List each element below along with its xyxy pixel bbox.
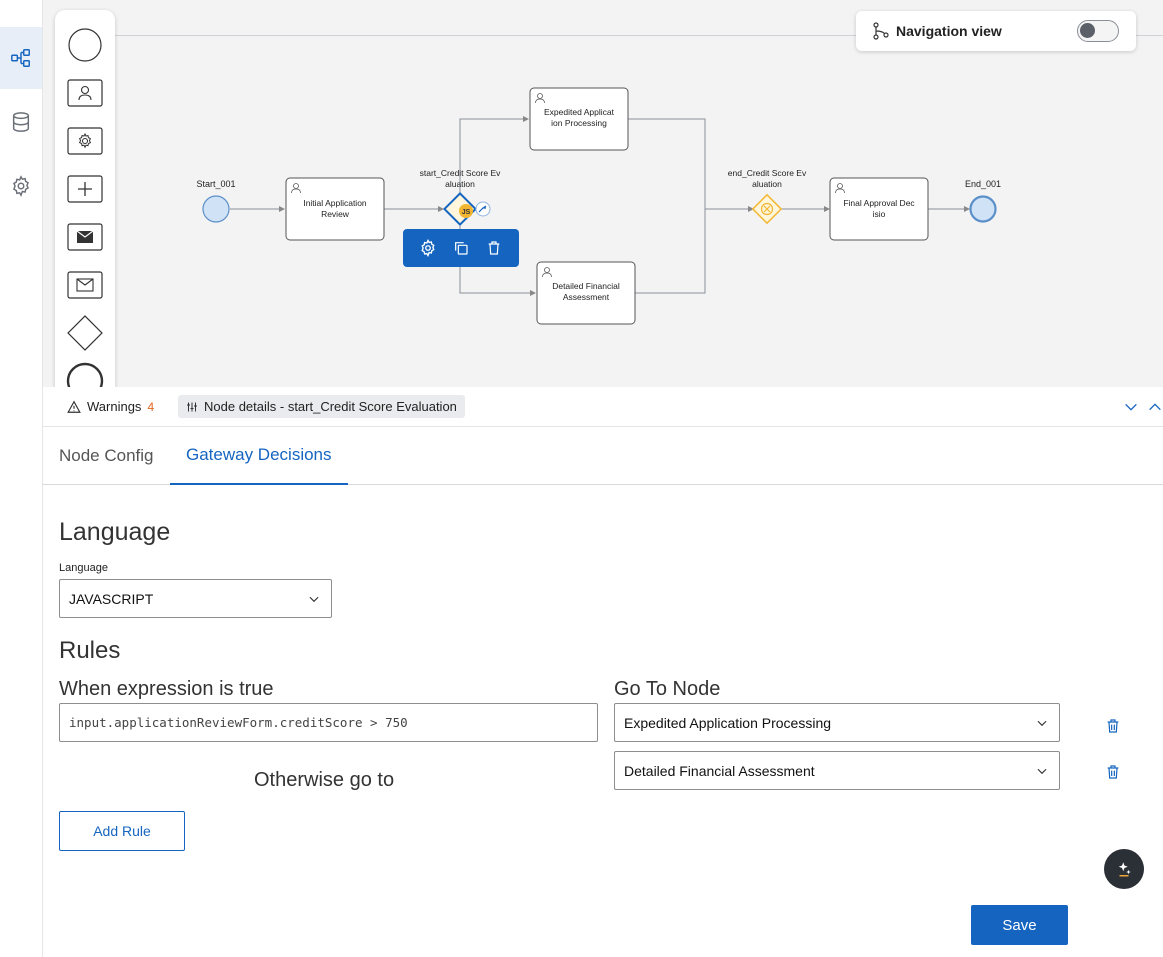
connect-icon[interactable] [475,201,491,217]
node-details-chip[interactable]: Node details - start_Credit Score Evalua… [178,395,465,418]
navigation-icon [873,22,889,40]
rule-target-select[interactable]: Expedited Application Processing [614,703,1060,742]
start-event-icon [68,28,102,62]
left-rail [0,0,43,957]
end-event-node[interactable]: End_001 [965,179,1001,223]
end-event-label: End_001 [965,179,1001,189]
task-expedited[interactable]: Expedited Applicat ion Processing [529,87,629,151]
delete-rule-icon[interactable] [1105,718,1121,734]
palette-gateway[interactable] [65,313,105,353]
language-select[interactable]: JAVASCRIPT [59,579,332,618]
flow-diagram: Start_001 Initial Application Review sta… [196,87,1001,325]
tab-gateway-decisions[interactable]: Gateway Decisions [170,427,348,485]
database-icon [12,112,30,132]
node-details-label: Node details - start_Credit Score Evalua… [204,399,457,414]
element-palette [55,10,115,387]
gateway-end-label-line2: aluation [752,179,782,189]
gateway-icon [67,315,103,351]
task-expedited-line2: ion Processing [551,118,607,128]
task-final-approval[interactable]: Final Approval Dec isio [829,177,929,241]
node-settings-icon[interactable] [418,238,438,258]
task-final-line1: Final Approval Dec [843,198,915,208]
task-detailed[interactable]: Detailed Financial Assessment [536,261,636,325]
add-rule-button[interactable]: Add Rule [59,811,185,851]
rule-expression-input[interactable]: input.applicationReviewForm.creditScore … [59,703,598,742]
user-task-icon [67,79,103,107]
panel-collapse-controls [1123,399,1163,415]
chevron-down-icon [1037,768,1047,775]
gateway-start-node[interactable]: start_Credit Score Ev aluation JS [420,168,502,226]
gear-icon [13,175,29,197]
gateway-start-label-line2: aluation [445,179,475,189]
node-duplicate-icon[interactable] [451,238,471,258]
palette-subprocess[interactable] [65,169,105,209]
task-initial-review-line2: Review [321,209,350,219]
palette-message-send[interactable] [65,217,105,257]
subprocess-icon [67,175,103,203]
otherwise-target-value: Detailed Financial Assessment [624,762,815,779]
language-select-value: JAVASCRIPT [69,590,154,607]
palette-end-event[interactable] [65,361,105,387]
go-to-node-label: Go To Node [614,678,721,700]
message-send-icon [67,223,103,251]
warnings-button[interactable]: Warnings 4 [67,399,154,414]
app-root: Start_001 Initial Application Review sta… [0,0,1163,957]
start-event-label: Start_001 [196,179,235,189]
chevron-up-icon[interactable] [1147,399,1163,415]
chevron-down-icon[interactable] [1123,399,1139,415]
task-detailed-line2: Assessment [563,292,610,302]
save-button[interactable]: Save [971,905,1068,945]
when-expression-label: When expression is true [59,678,274,700]
diagram-canvas[interactable]: Start_001 Initial Application Review sta… [43,0,1163,387]
service-task-icon [67,127,103,155]
navigation-view-label: Navigation view [896,23,1002,39]
palette-user-task[interactable] [65,73,105,113]
tab-node-config[interactable]: Node Config [59,427,154,485]
end-event-icon [66,362,104,387]
detail-tabs: Node Config Gateway Decisions [43,427,1163,485]
warning-icon [67,400,81,413]
delete-otherwise-icon[interactable] [1105,764,1121,780]
otherwise-target-select[interactable]: Detailed Financial Assessment [614,751,1060,790]
toggle-knob [1080,23,1095,38]
node-context-toolbar [403,229,519,267]
warnings-count: 4 [147,399,155,414]
warnings-label: Warnings [87,399,142,414]
task-initial-review[interactable]: Initial Application Review [285,177,385,241]
gateway-js-badge: JS [462,209,471,216]
palette-service-task[interactable] [65,121,105,161]
navigation-view-toggle[interactable] [1077,20,1119,42]
node-delete-icon[interactable] [484,238,504,258]
start-event-node[interactable]: Start_001 [196,179,236,223]
task-initial-review-line1: Initial Application [303,198,367,208]
sliders-icon [187,402,197,411]
task-expedited-line1: Expedited Applicat [544,107,615,117]
message-receive-icon [67,271,103,299]
chevron-down-icon [309,596,319,603]
rail-item-flow[interactable] [0,27,42,89]
task-detailed-line1: Detailed Financial [552,281,620,291]
sparkle-icon [1118,862,1131,877]
otherwise-label: Otherwise go to [254,769,395,791]
rule-expression-value: input.applicationReviewForm.creditScore … [69,715,408,730]
flow-diagram-icon [11,49,30,67]
rule-target-value: Expedited Application Processing [624,714,832,731]
rail-item-data[interactable] [0,91,42,153]
language-field-label: Language [59,562,108,574]
gateway-end-label-line1: end_Credit Score Ev [728,168,807,178]
palette-start-event[interactable] [65,25,105,65]
language-section-title: Language [59,518,171,546]
gateway-start-label-line1: start_Credit Score Ev [420,168,502,178]
status-bar: Warnings 4 Node details - start_Credit S… [43,387,1163,427]
palette-message-receive[interactable] [65,265,105,305]
ai-assistant-button[interactable] [1104,849,1144,889]
gateway-end-node[interactable]: end_Credit Score Ev aluation [728,168,807,225]
navigation-view-panel: Navigation view [856,11,1136,51]
chevron-down-icon [1037,720,1047,727]
rail-item-settings[interactable] [0,155,42,217]
rules-section-title: Rules [59,637,121,664]
task-final-line2: isio [873,209,886,219]
